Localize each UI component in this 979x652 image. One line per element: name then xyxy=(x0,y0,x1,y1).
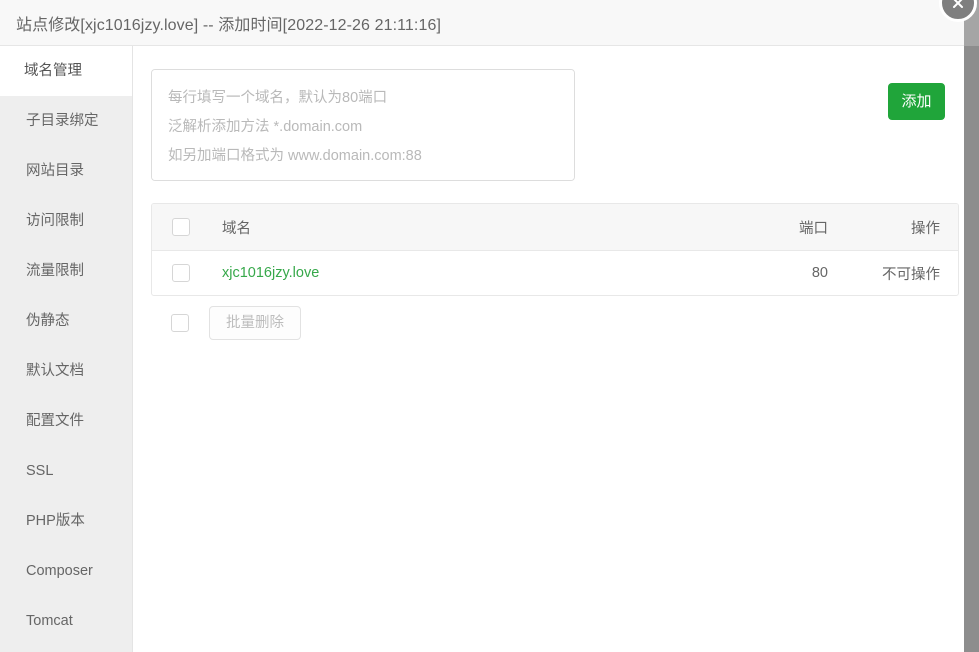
domain-link[interactable]: xjc1016jzy.love xyxy=(222,265,319,281)
row-select-cell xyxy=(152,251,222,296)
sidebar-item-access-restriction[interactable]: 访问限制 xyxy=(0,196,132,246)
sidebar-item-php-version[interactable]: PHP版本 xyxy=(0,496,132,546)
sidebar-item-domain-management[interactable]: 域名管理 xyxy=(0,46,132,96)
site-edit-dialog: 站点修改[xjc1016jzy.love] -- 添加时间[2022-12-26… xyxy=(0,0,979,652)
bulk-select-checkbox[interactable] xyxy=(171,314,189,332)
select-all-header xyxy=(152,204,222,251)
add-domain-button[interactable]: 添加 xyxy=(888,83,945,120)
sidebar-item-composer[interactable]: Composer xyxy=(0,546,132,596)
select-all-checkbox[interactable] xyxy=(172,218,190,236)
main-content: 添加 域名 端口 操作 xyxy=(133,46,979,652)
sidebar-item-website-directory[interactable]: 网站目录 xyxy=(0,146,132,196)
dialog-titlebar: 站点修改[xjc1016jzy.love] -- 添加时间[2022-12-26… xyxy=(0,0,964,46)
bulk-delete-button[interactable]: 批量删除 xyxy=(209,306,301,340)
sidebar-item-default-document[interactable]: 默认文档 xyxy=(0,346,132,396)
row-operation-cell: 不可操作 xyxy=(882,266,940,283)
sidebar-item-rewrite[interactable]: 伪静态 xyxy=(0,296,132,346)
dialog-body: 域名管理 子目录绑定 网站目录 访问限制 流量限制 伪静态 默认文档 配置文件 … xyxy=(0,46,979,652)
sidebar-item-ssl[interactable]: SSL xyxy=(0,446,132,496)
domain-table: 域名 端口 操作 xjc1016jzy.love 80 不可操作 xyxy=(151,203,959,296)
sidebar-item-config-file[interactable]: 配置文件 xyxy=(0,396,132,446)
table-row: xjc1016jzy.love 80 不可操作 xyxy=(152,251,958,296)
table-header-row: 域名 端口 操作 xyxy=(152,204,958,251)
add-domain-row: 添加 xyxy=(151,69,959,181)
dialog-title: 站点修改[xjc1016jzy.love] -- 添加时间[2022-12-26… xyxy=(16,16,442,34)
bulk-action-row: 批量删除 xyxy=(151,306,959,340)
sidebar-item-subdirectory-binding[interactable]: 子目录绑定 xyxy=(0,96,132,146)
sidebar: 域名管理 子目录绑定 网站目录 访问限制 流量限制 伪静态 默认文档 配置文件 … xyxy=(0,46,133,652)
row-checkbox[interactable] xyxy=(172,264,190,282)
header-domain: 域名 xyxy=(222,220,251,237)
header-operation: 操作 xyxy=(911,220,940,237)
sidebar-item-traffic-limit[interactable]: 流量限制 xyxy=(0,246,132,296)
row-port-cell: 80 xyxy=(811,265,828,281)
row-domain-cell: xjc1016jzy.love xyxy=(222,251,738,296)
domain-input[interactable] xyxy=(151,69,575,181)
vertical-scrollbar-thumb[interactable] xyxy=(964,0,979,652)
sidebar-item-tomcat[interactable]: Tomcat xyxy=(0,596,132,646)
header-port: 端口 xyxy=(799,220,828,237)
